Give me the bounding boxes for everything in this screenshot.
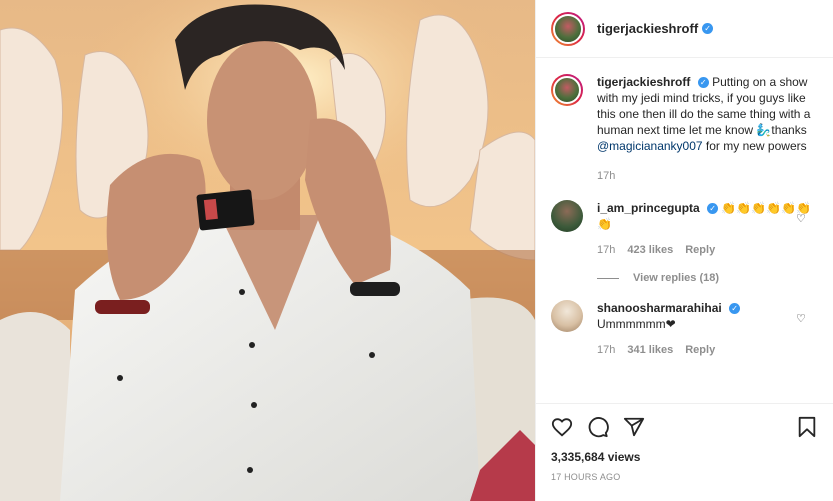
mention-link[interactable]: @magiciananky007 — [597, 139, 703, 153]
reply-button[interactable]: Reply — [685, 342, 715, 358]
caption: tigerjackieshroff ✓ Putting on a show wi… — [551, 74, 818, 184]
verified-icon: ✓ — [697, 77, 709, 89]
commenter-avatar[interactable] — [551, 300, 583, 332]
author-avatar[interactable] — [551, 11, 585, 46]
post-video[interactable] — [0, 0, 535, 501]
comment: i_am_princegupta ✓ 👏👏👏👏👏👏👏 17h 423 likes… — [551, 200, 818, 258]
post-sidebar: tigerjackieshroff ✓ tigerjackieshroff ✓ … — [535, 0, 833, 501]
author-username[interactable]: tigerjackieshroff — [597, 21, 698, 36]
post-timestamp[interactable]: 17 HOURS AGO — [551, 472, 818, 482]
comment-likes[interactable]: 423 likes — [627, 242, 673, 258]
comment-icon[interactable] — [587, 416, 609, 438]
verified-icon: ✓ — [702, 23, 714, 34]
reply-button[interactable]: Reply — [685, 242, 715, 258]
post-actions: 3,335,684 views 17 HOURS AGO — [536, 403, 833, 482]
verified-icon: ✓ — [729, 303, 741, 315]
comment-likes[interactable]: 341 likes — [627, 342, 673, 358]
comment: shanoosharmarahihai ✓ Ummmmmm❤ 17h 341 l… — [551, 300, 818, 358]
caption-username[interactable]: tigerjackieshroff — [597, 75, 690, 89]
caption-text-end: for my new powers — [702, 139, 807, 153]
commenter-username[interactable]: shanoosharmarahihai — [597, 301, 722, 315]
comments-list: tigerjackieshroff ✓ Putting on a show wi… — [536, 58, 833, 358]
caption-time: 17h — [597, 170, 616, 182]
comment-text: Ummmmmm❤ — [597, 317, 676, 331]
verified-icon: ✓ — [707, 203, 719, 215]
view-replies-label[interactable]: View replies (18) — [633, 272, 719, 284]
commenter-username[interactable]: i_am_princegupta — [597, 201, 700, 215]
comment-like-heart-icon[interactable]: ♡ — [796, 312, 808, 325]
view-count[interactable]: 3,335,684 views — [551, 450, 818, 464]
replies-divider — [597, 277, 619, 279]
commenter-avatar[interactable] — [551, 200, 583, 232]
comment-time: 17h — [597, 344, 616, 356]
post-header: tigerjackieshroff ✓ — [536, 0, 833, 58]
video-frame — [0, 0, 535, 501]
share-icon[interactable] — [623, 416, 645, 438]
comment-like-heart-icon[interactable]: ♡ — [796, 212, 808, 225]
bookmark-icon[interactable] — [796, 416, 818, 438]
caption-author-avatar[interactable] — [551, 74, 583, 106]
caption-thanks: thanks — [771, 123, 807, 137]
comment-time: 17h — [597, 244, 616, 256]
heart-icon[interactable] — [551, 416, 573, 438]
caption-emoji: 🧞‍♂️ — [756, 123, 772, 137]
view-replies-button[interactable]: View replies (18) — [597, 272, 818, 284]
